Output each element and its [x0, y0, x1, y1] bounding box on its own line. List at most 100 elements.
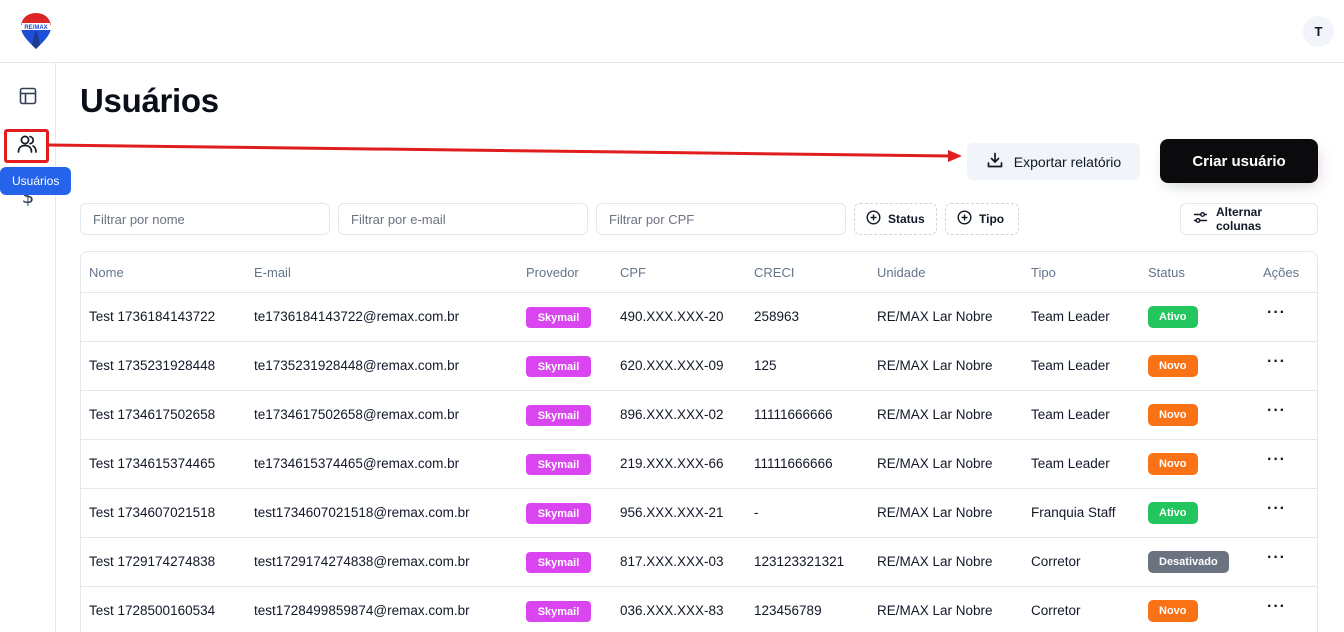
table-row[interactable]: Test 1728500160534 test1728499859874@rema… [81, 587, 1317, 632]
user-avatar[interactable]: T [1303, 16, 1334, 47]
column-header-nome[interactable]: Nome [89, 265, 124, 280]
table-header: Nome E-mail Provedor CPF CRECI Unidade T… [81, 252, 1317, 293]
cell-tipo: Corretor [1031, 554, 1081, 569]
cell-cpf: 219.XXX.XXX-66 [620, 456, 724, 471]
cell-creci: 258963 [754, 309, 800, 324]
cell-unidade: RE/MAX Lar Nobre [877, 309, 993, 324]
cell-unidade: RE/MAX Lar Nobre [877, 456, 993, 471]
column-header-status[interactable]: Status [1148, 265, 1185, 280]
column-header-tipo[interactable]: Tipo [1031, 265, 1056, 280]
provider-badge: Skymail [526, 552, 591, 573]
column-header-cpf[interactable]: CPF [620, 265, 646, 280]
cell-creci: 123123321321 [754, 554, 845, 569]
table-row[interactable]: Test 1735231928448 te1735231928448@remax.… [81, 342, 1317, 391]
cell-tipo: Franquia Staff [1031, 505, 1116, 520]
provider-badge: Skymail [526, 503, 591, 524]
cell-tipo: Team Leader [1031, 456, 1110, 471]
download-icon [986, 151, 1004, 172]
cell-nome: Test 1734617502658 [89, 407, 216, 422]
cell-unidade: RE/MAX Lar Nobre [877, 505, 993, 520]
provider-badge: Skymail [526, 454, 591, 475]
status-filter-label: Status [888, 212, 925, 226]
cell-cpf: 036.XXX.XXX-83 [620, 603, 724, 618]
toggle-columns-label: Alternar colunas [1216, 205, 1263, 233]
name-filter-input[interactable]: Filtrar por nome [80, 203, 330, 235]
cell-creci: 125 [754, 358, 777, 373]
remax-logo[interactable]: RE/MAX [19, 11, 53, 51]
page-title: Usuários [80, 82, 219, 119]
status-badge: Ativo [1148, 306, 1198, 328]
row-actions-menu-icon[interactable]: ··· [1267, 304, 1286, 322]
row-actions-menu-icon[interactable]: ··· [1267, 500, 1286, 518]
logo-text: RE/MAX [24, 25, 47, 31]
cell-email: te1734617502658@remax.com.br [254, 407, 460, 422]
cell-tipo: Team Leader [1031, 407, 1110, 422]
table-row[interactable]: Test 1734617502658 te1734617502658@remax.… [81, 391, 1317, 440]
provider-badge: Skymail [526, 307, 591, 328]
row-actions-menu-icon[interactable]: ··· [1267, 402, 1286, 420]
table-row[interactable]: Test 1736184143722 te1736184143722@remax.… [81, 293, 1317, 342]
cell-unidade: RE/MAX Lar Nobre [877, 603, 993, 618]
cell-creci: - [754, 505, 759, 520]
column-header-provedor[interactable]: Provedor [526, 265, 579, 280]
cell-tipo: Corretor [1031, 603, 1081, 618]
cell-cpf: 620.XXX.XXX-09 [620, 358, 724, 373]
table-row[interactable]: Test 1734607021518 test1734607021518@rema… [81, 489, 1317, 538]
export-report-label: Exportar relatório [1013, 153, 1122, 170]
status-filter-button[interactable]: Status [854, 203, 937, 235]
users-table: Nome E-mail Provedor CPF CRECI Unidade T… [80, 251, 1318, 632]
provider-badge: Skymail [526, 405, 591, 426]
cell-cpf: 956.XXX.XXX-21 [620, 505, 724, 520]
plus-circle-icon [957, 210, 972, 228]
column-header-acoes: Ações [1263, 265, 1300, 280]
row-actions-menu-icon[interactable]: ··· [1267, 451, 1286, 469]
cell-email: test1734607021518@remax.com.br [254, 505, 470, 520]
sliders-icon [1193, 210, 1208, 228]
export-report-button[interactable]: Exportar relatório [967, 143, 1140, 180]
status-badge: Novo [1148, 404, 1198, 426]
cell-tipo: Team Leader [1031, 358, 1110, 373]
row-actions-menu-icon[interactable]: ··· [1267, 598, 1286, 616]
column-header-unidade[interactable]: Unidade [877, 265, 925, 280]
cell-cpf: 490.XXX.XXX-20 [620, 309, 724, 324]
email-filter-input[interactable]: Filtrar por e-mail [338, 203, 588, 235]
status-badge: Novo [1148, 600, 1198, 622]
row-actions-menu-icon[interactable]: ··· [1267, 549, 1286, 567]
cell-nome: Test 1728500160534 [89, 603, 216, 618]
cell-cpf: 896.XXX.XXX-02 [620, 407, 724, 422]
users-icon [16, 133, 38, 160]
create-user-button[interactable]: Criar usuário [1160, 139, 1318, 183]
top-bar: RE/MAX T [0, 0, 1344, 63]
status-badge: Ativo [1148, 502, 1198, 524]
tipo-filter-label: Tipo [979, 212, 1005, 226]
cell-nome: Test 1734607021518 [89, 505, 216, 520]
cell-nome: Test 1735231928448 [89, 358, 216, 373]
cell-nome: Test 1734615374465 [89, 456, 216, 471]
tipo-filter-button[interactable]: Tipo [945, 203, 1019, 235]
cell-nome: Test 1729174274838 [89, 554, 216, 569]
cell-unidade: RE/MAX Lar Nobre [877, 407, 993, 422]
row-actions-menu-icon[interactable]: ··· [1267, 353, 1286, 371]
cell-email: test1728499859874@remax.com.br [254, 603, 470, 618]
cell-creci: 123456789 [754, 603, 822, 618]
cell-cpf: 817.XXX.XXX-03 [620, 554, 724, 569]
cell-email: test1729174274838@remax.com.br [254, 554, 470, 569]
column-header-creci[interactable]: CRECI [754, 265, 794, 280]
cell-email: te1734615374465@remax.com.br [254, 456, 460, 471]
cell-unidade: RE/MAX Lar Nobre [877, 358, 993, 373]
toggle-columns-button[interactable]: Alternar colunas [1180, 203, 1318, 235]
cell-creci: 11111666666 [754, 407, 833, 422]
provider-badge: Skymail [526, 601, 591, 622]
cpf-filter-input[interactable]: Filtrar por CPF [596, 203, 846, 235]
sidebar-item-users[interactable] [4, 129, 49, 163]
sidebar-tooltip: Usuários [0, 167, 72, 195]
table-row[interactable]: Test 1734615374465 te1734615374465@remax.… [81, 440, 1317, 489]
column-header-email[interactable]: E-mail [254, 265, 291, 280]
status-badge: Desativado [1148, 551, 1229, 573]
status-badge: Novo [1148, 355, 1198, 377]
cell-email: te1736184143722@remax.com.br [254, 309, 460, 324]
sidebar-item-dashboard[interactable] [10, 80, 46, 116]
cell-unidade: RE/MAX Lar Nobre [877, 554, 993, 569]
table-row[interactable]: Test 1729174274838 test1729174274838@rema… [81, 538, 1317, 587]
status-badge: Novo [1148, 453, 1198, 475]
